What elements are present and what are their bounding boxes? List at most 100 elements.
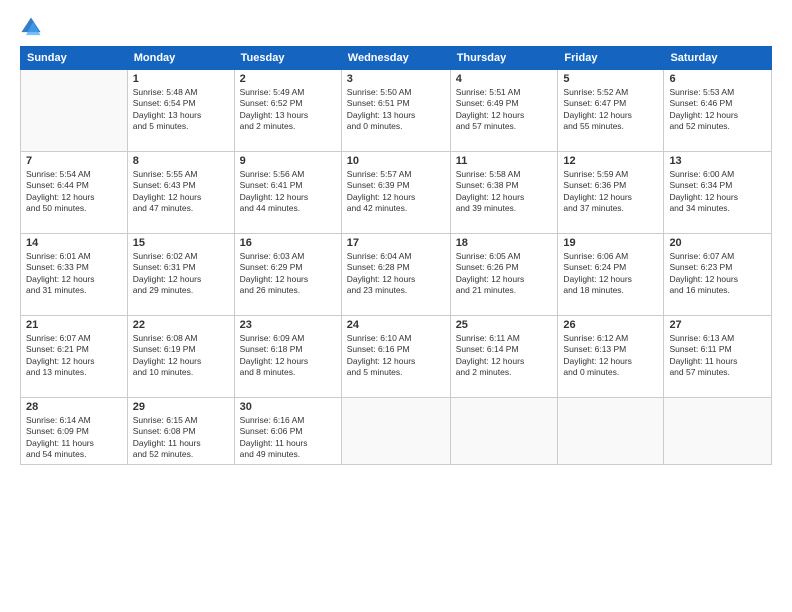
calendar-day-header: Saturday [664,47,772,70]
calendar-cell: 8Sunrise: 5:55 AM Sunset: 6:43 PM Daylig… [127,152,234,234]
calendar-cell [558,398,664,465]
day-info: Sunrise: 6:14 AM Sunset: 6:09 PM Dayligh… [26,415,122,461]
calendar-cell: 21 Sunrise: 6:07 AM Sunset: 6:21 PM Dayli… [21,316,128,398]
day-number: 18 [456,237,553,249]
calendar-table: SundayMondayTuesdayWednesdayThursdayFrid… [20,46,772,465]
day-number: 23 [240,319,336,331]
logo-icon [20,16,42,38]
day-number: 3 [347,73,445,85]
calendar-day-header: Friday [558,47,664,70]
day-info: Sunrise: 6:05 AM Sunset: 6:26 PM Dayligh… [456,251,553,297]
day-info: Sunrise: 6:03 AM Sunset: 6:29 PM Dayligh… [240,251,336,297]
day-info: Sunrise: 5:48 AM Sunset: 6:54 PM Dayligh… [133,87,229,133]
calendar-week-row: 28Sunrise: 6:14 AM Sunset: 6:09 PM Dayli… [21,398,772,465]
calendar-cell: 23 Sunrise: 6:09 AM Sunset: 6:18 PM Dayli… [234,316,341,398]
logo [20,16,46,38]
day-number: 9 [240,155,336,167]
day-info: Sunrise: 5:59 AM Sunset: 6:36 PM Dayligh… [563,169,658,215]
calendar-week-row: 7 Sunrise: 5:54 AM Sunset: 6:44 PM Daylig… [21,152,772,234]
calendar-day-header: Wednesday [341,47,450,70]
day-number: 13 [669,155,766,167]
calendar-cell: 10Sunrise: 5:57 AM Sunset: 6:39 PM Dayli… [341,152,450,234]
calendar-cell: 30 Sunrise: 6:16 AM Sunset: 6:06 PM Dayli… [234,398,341,465]
day-info: Sunrise: 5:57 AM Sunset: 6:39 PM Dayligh… [347,169,445,215]
calendar-cell: 19 Sunrise: 6:06 AM Sunset: 6:24 PM Dayli… [558,234,664,316]
calendar-cell: 5Sunrise: 5:52 AM Sunset: 6:47 PM Daylig… [558,70,664,152]
day-number: 21 [26,319,122,331]
day-number: 22 [133,319,229,331]
calendar-cell [664,398,772,465]
calendar-cell: 13 Sunrise: 6:00 AM Sunset: 6:34 PM Dayli… [664,152,772,234]
calendar-week-row: 21 Sunrise: 6:07 AM Sunset: 6:21 PM Dayli… [21,316,772,398]
day-info: Sunrise: 6:07 AM Sunset: 6:23 PM Dayligh… [669,251,766,297]
calendar-cell: 29 Sunrise: 6:15 AM Sunset: 6:08 PM Dayli… [127,398,234,465]
day-info: Sunrise: 6:06 AM Sunset: 6:24 PM Dayligh… [563,251,658,297]
calendar-cell [21,70,128,152]
page: SundayMondayTuesdayWednesdayThursdayFrid… [0,0,792,612]
day-number: 6 [669,73,766,85]
calendar-day-header: Sunday [21,47,128,70]
calendar-cell: 26 Sunrise: 6:12 AM Sunset: 6:13 PM Dayli… [558,316,664,398]
day-number: 14 [26,237,122,249]
day-info: Sunrise: 6:16 AM Sunset: 6:06 PM Dayligh… [240,415,336,461]
calendar-cell: 16 Sunrise: 6:03 AM Sunset: 6:29 PM Dayli… [234,234,341,316]
day-number: 16 [240,237,336,249]
day-number: 1 [133,73,229,85]
day-info: Sunrise: 6:07 AM Sunset: 6:21 PM Dayligh… [26,333,122,379]
day-info: Sunrise: 6:00 AM Sunset: 6:34 PM Dayligh… [669,169,766,215]
calendar-cell: 24 Sunrise: 6:10 AM Sunset: 6:16 PM Dayli… [341,316,450,398]
day-info: Sunrise: 6:10 AM Sunset: 6:16 PM Dayligh… [347,333,445,379]
day-number: 11 [456,155,553,167]
calendar-cell: 20 Sunrise: 6:07 AM Sunset: 6:23 PM Dayli… [664,234,772,316]
calendar-cell: 18 Sunrise: 6:05 AM Sunset: 6:26 PM Dayli… [450,234,558,316]
day-number: 15 [133,237,229,249]
day-info: Sunrise: 5:55 AM Sunset: 6:43 PM Dayligh… [133,169,229,215]
calendar-cell: 14Sunrise: 6:01 AM Sunset: 6:33 PM Dayli… [21,234,128,316]
day-info: Sunrise: 6:12 AM Sunset: 6:13 PM Dayligh… [563,333,658,379]
calendar-cell: 25 Sunrise: 6:11 AM Sunset: 6:14 PM Dayli… [450,316,558,398]
day-number: 30 [240,401,336,413]
calendar-cell [341,398,450,465]
calendar-cell: 7 Sunrise: 5:54 AM Sunset: 6:44 PM Daylig… [21,152,128,234]
day-number: 27 [669,319,766,331]
calendar-cell: 9 Sunrise: 5:56 AM Sunset: 6:41 PM Daylig… [234,152,341,234]
day-info: Sunrise: 6:13 AM Sunset: 6:11 PM Dayligh… [669,333,766,379]
day-number: 2 [240,73,336,85]
day-info: Sunrise: 5:56 AM Sunset: 6:41 PM Dayligh… [240,169,336,215]
day-info: Sunrise: 6:02 AM Sunset: 6:31 PM Dayligh… [133,251,229,297]
day-number: 20 [669,237,766,249]
calendar-cell: 22 Sunrise: 6:08 AM Sunset: 6:19 PM Dayli… [127,316,234,398]
day-number: 7 [26,155,122,167]
calendar-cell: 6 Sunrise: 5:53 AM Sunset: 6:46 PM Daylig… [664,70,772,152]
day-info: Sunrise: 6:04 AM Sunset: 6:28 PM Dayligh… [347,251,445,297]
calendar-header-row: SundayMondayTuesdayWednesdayThursdayFrid… [21,47,772,70]
day-info: Sunrise: 5:51 AM Sunset: 6:49 PM Dayligh… [456,87,553,133]
day-info: Sunrise: 5:49 AM Sunset: 6:52 PM Dayligh… [240,87,336,133]
day-info: Sunrise: 6:09 AM Sunset: 6:18 PM Dayligh… [240,333,336,379]
day-info: Sunrise: 6:08 AM Sunset: 6:19 PM Dayligh… [133,333,229,379]
calendar-cell: 12 Sunrise: 5:59 AM Sunset: 6:36 PM Dayli… [558,152,664,234]
calendar-cell: 27 Sunrise: 6:13 AM Sunset: 6:11 PM Dayli… [664,316,772,398]
day-info: Sunrise: 6:15 AM Sunset: 6:08 PM Dayligh… [133,415,229,461]
calendar-cell: 11Sunrise: 5:58 AM Sunset: 6:38 PM Dayli… [450,152,558,234]
calendar-cell: 2 Sunrise: 5:49 AM Sunset: 6:52 PM Daylig… [234,70,341,152]
calendar-cell: 17Sunrise: 6:04 AM Sunset: 6:28 PM Dayli… [341,234,450,316]
calendar-cell: 15 Sunrise: 6:02 AM Sunset: 6:31 PM Dayli… [127,234,234,316]
calendar-week-row: 14Sunrise: 6:01 AM Sunset: 6:33 PM Dayli… [21,234,772,316]
day-number: 26 [563,319,658,331]
calendar-day-header: Tuesday [234,47,341,70]
day-info: Sunrise: 6:11 AM Sunset: 6:14 PM Dayligh… [456,333,553,379]
day-number: 19 [563,237,658,249]
calendar-cell: 1 Sunrise: 5:48 AM Sunset: 6:54 PM Daylig… [127,70,234,152]
day-number: 4 [456,73,553,85]
calendar-week-row: 1 Sunrise: 5:48 AM Sunset: 6:54 PM Daylig… [21,70,772,152]
day-number: 29 [133,401,229,413]
day-number: 12 [563,155,658,167]
calendar-cell [450,398,558,465]
calendar-cell: 3Sunrise: 5:50 AM Sunset: 6:51 PM Daylig… [341,70,450,152]
day-info: Sunrise: 5:54 AM Sunset: 6:44 PM Dayligh… [26,169,122,215]
day-info: Sunrise: 5:53 AM Sunset: 6:46 PM Dayligh… [669,87,766,133]
day-number: 25 [456,319,553,331]
day-number: 24 [347,319,445,331]
calendar-cell: 4 Sunrise: 5:51 AM Sunset: 6:49 PM Daylig… [450,70,558,152]
